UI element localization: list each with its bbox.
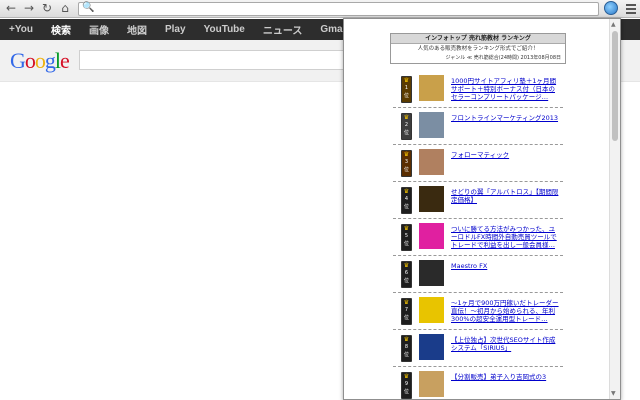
rank-unit: 位 <box>403 241 409 247</box>
google-logo[interactable]: Google <box>10 48 70 74</box>
product-link[interactable]: 1000円サイトアフィリ塾＋1ヶ月間サポート＋特別ボーナス付（日本のセラーコンプ… <box>451 77 559 101</box>
gbar-item[interactable]: +You <box>0 24 42 35</box>
rank-unit: 位 <box>403 167 409 173</box>
ranking-item: ♛ 2 位 フロントラインマーケティング2013 <box>393 108 563 145</box>
rank-unit: 位 <box>403 278 409 284</box>
crown-icon: ♛ <box>403 114 410 121</box>
crown-icon: ♛ <box>403 336 410 343</box>
product-thumbnail[interactable] <box>419 297 444 323</box>
rank-number: 8 <box>404 344 409 350</box>
crown-icon: ♛ <box>403 77 410 84</box>
browser-toolbar: ← → ↻ ⌂ 🔍 <box>0 0 640 18</box>
crown-icon: ♛ <box>403 188 410 195</box>
product-thumbnail[interactable] <box>419 75 444 101</box>
popup-scrollbar[interactable]: ▲ ▼ <box>609 19 620 399</box>
scroll-up-icon[interactable]: ▲ <box>611 21 616 28</box>
rank-badge: ♛ 1 位 <box>401 76 412 103</box>
rank-badge: ♛ 3 位 <box>401 150 412 177</box>
scroll-down-icon[interactable]: ▼ <box>611 390 616 397</box>
ranking-item: ♛ 4 位 せどりの翼「アルバトロス」【期間限定価格】 <box>393 182 563 219</box>
rank-number: 2 <box>404 122 409 128</box>
product-link[interactable]: 【分割販売】弟子入り吉岡式の3 <box>451 373 559 381</box>
product-thumbnail[interactable] <box>419 334 444 360</box>
popup-subtitle: 人気のある販売教材をランキング形式でご紹介！ <box>417 46 539 52</box>
ranking-item: ♛ 1 位 1000円サイトアフィリ塾＋1ヶ月間サポート＋特別ボーナス付（日本のセラー… <box>393 71 563 108</box>
gbar-item[interactable]: 画像 <box>80 22 118 37</box>
product-thumbnail[interactable] <box>419 112 444 138</box>
rank-unit: 位 <box>403 389 409 395</box>
ranking-item: ♛ 6 位 Maestro FX <box>393 256 563 293</box>
product-thumbnail[interactable] <box>419 223 444 249</box>
popup-genre-line[interactable]: ジャンル ≪ 売れ筋総合(24時間) 2013年08月08日 <box>391 54 565 63</box>
rank-number: 6 <box>404 270 409 276</box>
rank-number: 5 <box>404 233 409 239</box>
rank-badge: ♛ 8 位 <box>401 335 412 362</box>
gbar-item[interactable]: 検索 <box>42 22 80 37</box>
search-icon: 🔍 <box>82 2 95 13</box>
product-link[interactable]: フォローマティック <box>451 151 559 159</box>
rank-number: 1 <box>404 85 409 91</box>
product-link[interactable]: フロントラインマーケティング2013 <box>451 114 559 122</box>
crown-icon: ♛ <box>403 225 410 232</box>
ranking-popup: インフォトップ 売れ筋教材 ランキング 人気のある販売教材をランキング形式でご紹… <box>343 18 621 400</box>
back-arrow-icon[interactable]: ← <box>4 1 18 16</box>
product-link[interactable]: ついに勝てる方法がみつかった、ユーロドルFX時間外自動売買ツールでトレードで利益… <box>451 225 559 249</box>
rank-badge: ♛ 7 位 <box>401 298 412 325</box>
crown-icon: ♛ <box>403 262 410 269</box>
product-link[interactable]: Maestro FX <box>451 262 559 270</box>
rank-badge: ♛ 6 位 <box>401 261 412 288</box>
product-link[interactable]: せどりの翼「アルバトロス」【期間限定価格】 <box>451 188 559 204</box>
product-link[interactable]: 〜1ヶ月で900万円稼いだトレーダー直伝！〜初月から始められる、年利300%の超… <box>451 299 559 323</box>
rank-unit: 位 <box>403 315 409 321</box>
crown-icon: ♛ <box>403 373 410 380</box>
product-link[interactable]: 【上位独占】次世代SEOサイト作成システム「SIRIUS」 <box>451 336 559 352</box>
gbar-item[interactable]: 地図 <box>118 22 156 37</box>
address-bar[interactable]: 🔍 <box>78 2 599 16</box>
crown-icon: ♛ <box>403 151 410 158</box>
rank-badge: ♛ 2 位 <box>401 113 412 140</box>
scrollbar-thumb[interactable] <box>612 31 618 141</box>
rank-badge: ♛ 4 位 <box>401 187 412 214</box>
rank-number: 4 <box>404 196 409 202</box>
popup-header-box: インフォトップ 売れ筋教材 ランキング 人気のある販売教材をランキング形式でご紹… <box>390 33 566 64</box>
google-search-input[interactable] <box>79 50 359 70</box>
ranking-item: ♛ 5 位 ついに勝てる方法がみつかった、ユーロドルFX時間外自動売買ツールでトレード… <box>393 219 563 256</box>
rank-number: 9 <box>404 381 409 387</box>
reload-icon[interactable]: ↻ <box>40 1 54 16</box>
gbar-item[interactable]: YouTube <box>195 24 254 35</box>
crown-icon: ♛ <box>403 299 410 306</box>
product-thumbnail[interactable] <box>419 149 444 175</box>
extension-globe-icon[interactable] <box>604 1 618 15</box>
popup-title: インフォトップ 売れ筋教材 ランキング <box>391 34 565 44</box>
gbar-item[interactable]: Play <box>156 24 195 35</box>
product-thumbnail[interactable] <box>419 371 444 397</box>
rank-unit: 位 <box>403 352 409 358</box>
menu-icon[interactable] <box>626 2 636 14</box>
ranking-item: ♛ 8 位 【上位独占】次世代SEOサイト作成システム「SIRIUS」 <box>393 330 563 367</box>
rank-badge: ♛ 9 位 <box>401 372 412 399</box>
product-thumbnail[interactable] <box>419 260 444 286</box>
home-icon[interactable]: ⌂ <box>58 1 72 16</box>
rank-unit: 位 <box>403 93 409 99</box>
ranking-item: ♛ 3 位 フォローマティック <box>393 145 563 182</box>
rank-badge: ♛ 5 位 <box>401 224 412 251</box>
product-thumbnail[interactable] <box>419 186 444 212</box>
gbar-item[interactable]: ニュース <box>254 22 312 37</box>
rank-number: 7 <box>404 307 409 313</box>
ranking-item: ♛ 7 位 〜1ヶ月で900万円稼いだトレーダー直伝！〜初月から始められる、年利300… <box>393 293 563 330</box>
rank-unit: 位 <box>403 204 409 210</box>
rank-unit: 位 <box>403 130 409 136</box>
ranking-list: ♛ 1 位 1000円サイトアフィリ塾＋1ヶ月間サポート＋特別ボーナス付（日本のセラー… <box>393 71 563 399</box>
ranking-item: ♛ 9 位 【分割販売】弟子入り吉岡式の3 <box>393 367 563 399</box>
rank-number: 3 <box>404 159 409 165</box>
forward-arrow-icon[interactable]: → <box>22 1 36 16</box>
